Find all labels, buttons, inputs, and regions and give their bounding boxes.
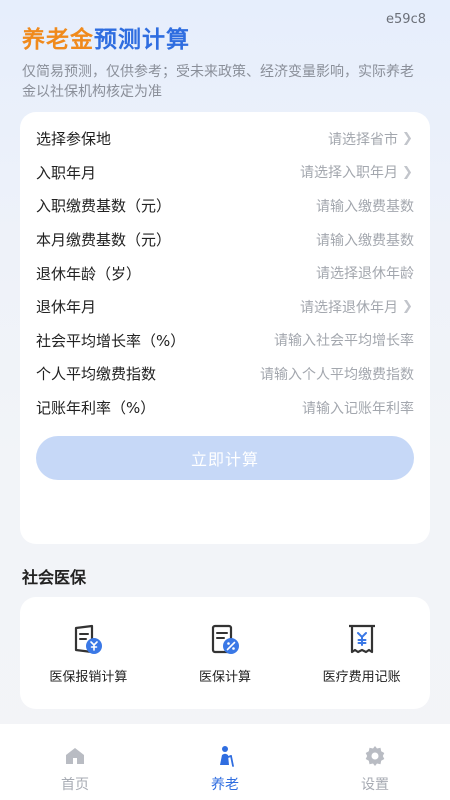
location-picker[interactable]: 请选择省市 ❯ [328, 129, 414, 149]
medical-calculate-button[interactable]: 医保计算 [165, 622, 285, 685]
bottom-tab-bar: 首页 养老 设置 [0, 724, 450, 800]
tab-pension[interactable]: 养老 [175, 744, 275, 794]
form-label: 入职年月 [36, 163, 97, 182]
title-part-1: 养老金 [22, 27, 94, 53]
form-label: 社会平均增长率（%） [36, 331, 186, 350]
tab-settings[interactable]: 设置 [325, 744, 425, 794]
form-row-retire-age[interactable]: 退休年龄（岁） 请选择退休年龄 [36, 256, 414, 290]
form-label: 退休年龄（岁） [36, 264, 142, 283]
entry-base-input[interactable]: 请输入缴费基数 [316, 196, 414, 216]
medical-expense-ledger-button[interactable]: 医疗费用记账 [302, 622, 422, 685]
retire-date-picker[interactable]: 请选择退休年月 ❯ [300, 297, 414, 317]
form-row-current-base[interactable]: 本月缴费基数（元） 请输入缴费基数 [36, 223, 414, 257]
form-row-entry-base[interactable]: 入职缴费基数（元） 请输入缴费基数 [36, 189, 414, 223]
form-row-retire-date[interactable]: 退休年月 请选择退休年月 ❯ [36, 290, 414, 324]
form-label: 记账年利率（%） [36, 399, 156, 418]
tab-home[interactable]: 首页 [25, 744, 125, 794]
chevron-right-icon: ❯ [402, 131, 413, 147]
tab-label: 设置 [361, 777, 389, 793]
medical-item-label: 医疗费用记账 [322, 669, 401, 685]
retire-age-picker[interactable]: 请选择退休年龄 [316, 263, 414, 283]
interest-rate-input[interactable]: 请输入记账年利率 [302, 398, 414, 418]
form-label: 个人平均缴费指数 [36, 365, 157, 384]
title-part-2: 预测计算 [94, 27, 190, 53]
medical-item-label: 医保报销计算 [49, 669, 128, 685]
placeholder: 请输入个人平均缴费指数 [260, 366, 414, 383]
chevron-right-icon: ❯ [402, 164, 413, 180]
elderly-icon [220, 746, 234, 767]
medical-reimbursement-button[interactable]: 医保报销计算 [28, 622, 148, 685]
header: 养老金预测计算 仅简易预测，仅供参考；受未来政策、经济变量影响，实际养老金以社保… [22, 20, 420, 102]
page-title: 养老金预测计算 [22, 20, 420, 54]
form-label: 入职缴费基数（元） [36, 197, 172, 216]
tab-label: 养老 [211, 777, 239, 793]
placeholder: 请输入缴费基数 [316, 232, 414, 249]
placeholder: 请选择退休年龄 [316, 266, 414, 283]
placeholder: 请输入记账年利率 [302, 400, 414, 417]
medical-tools-card: 医保报销计算 医保计算 医疗费用记账 [20, 597, 430, 709]
receipt-yuan-icon [348, 624, 375, 653]
placeholder: 请输入缴费基数 [316, 198, 414, 215]
form-label: 退休年月 [36, 298, 97, 317]
pension-form-card: 选择参保地 请选择省市 ❯ 入职年月 请选择入职年月 ❯ 入职缴费基数（元） 请输入… [20, 112, 430, 544]
placeholder: 请选择省市 [328, 131, 398, 148]
tab-label: 首页 [61, 777, 89, 793]
form-label: 选择参保地 [36, 130, 112, 149]
form-row-interest-rate[interactable]: 记账年利率（%） 请输入记账年利率 [36, 391, 414, 425]
form-row-growth-rate[interactable]: 社会平均增长率（%） 请输入社会平均增长率 [36, 324, 414, 358]
current-base-input[interactable]: 请输入缴费基数 [316, 230, 414, 250]
medical-item-label: 医保计算 [198, 669, 251, 685]
gear-icon [365, 746, 385, 766]
calculate-button[interactable]: 立即计算 [36, 436, 414, 481]
entry-date-picker[interactable]: 请选择入职年月 ❯ [300, 162, 414, 182]
contribution-index-input[interactable]: 请输入个人平均缴费指数 [260, 364, 414, 384]
placeholder: 请选择退休年月 [300, 299, 398, 316]
disclaimer-text: 仅简易预测，仅供参考；受未来政策、经济变量影响，实际养老金以社保机构核定为准 [22, 64, 414, 100]
form-row-location[interactable]: 选择参保地 请选择省市 ❯ [36, 122, 414, 156]
placeholder: 请选择入职年月 [300, 165, 398, 182]
chevron-right-icon: ❯ [402, 299, 413, 315]
form-row-contribution-index[interactable]: 个人平均缴费指数 请输入个人平均缴费指数 [36, 357, 414, 391]
document-percent-icon [211, 624, 239, 654]
placeholder: 请输入社会平均增长率 [274, 333, 414, 350]
form-label: 本月缴费基数（元） [36, 231, 172, 250]
section-title-medical: 社会医保 [22, 568, 87, 587]
home-icon [66, 748, 84, 764]
growth-rate-input[interactable]: 请输入社会平均增长率 [274, 330, 414, 350]
shield-yuan-icon [75, 624, 103, 654]
form-row-entry-date[interactable]: 入职年月 请选择入职年月 ❯ [36, 156, 414, 190]
